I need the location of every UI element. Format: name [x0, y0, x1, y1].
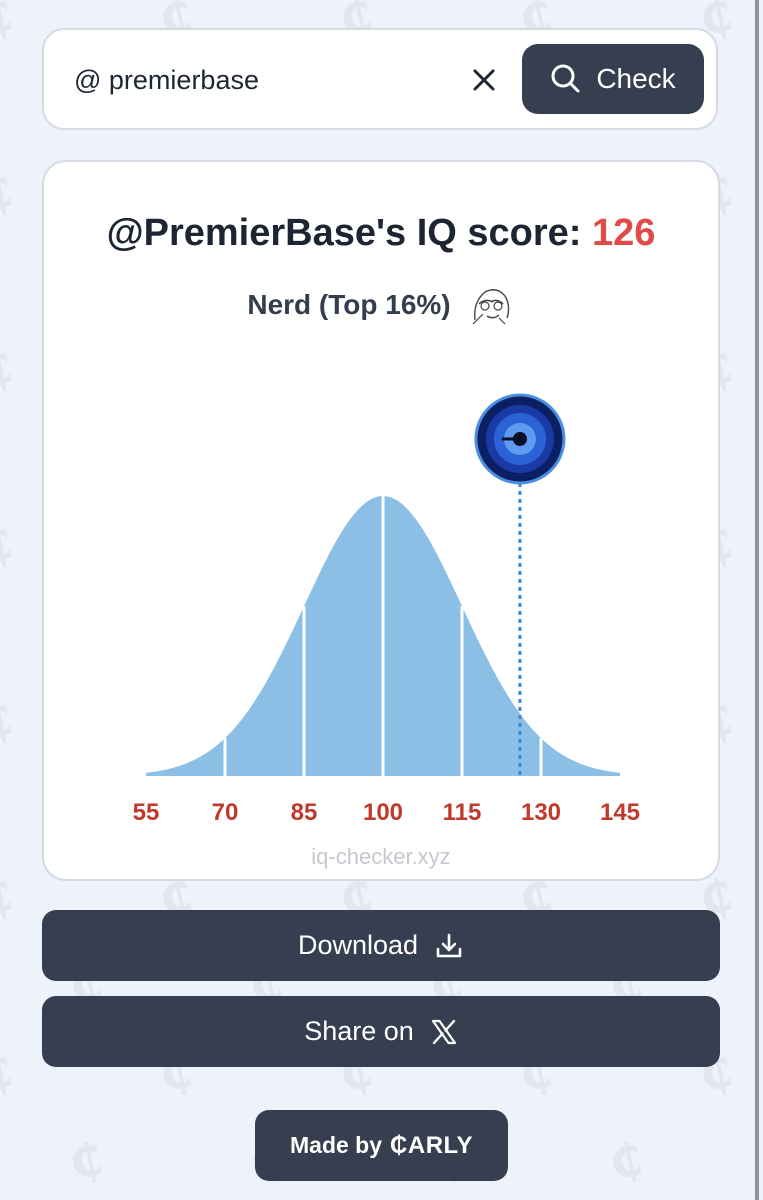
window-edge: [755, 0, 759, 1200]
search-icon: [551, 64, 580, 93]
background-glyph: ₵: [0, 1043, 18, 1103]
close-icon: [473, 69, 495, 91]
background-glyph: ₵: [0, 163, 18, 223]
x-tick-label: 130: [521, 799, 561, 826]
search-input[interactable]: [74, 60, 454, 100]
brand-name: ₵ARLY: [390, 1131, 473, 1159]
search-bar: Check: [42, 28, 718, 130]
made-by-badge[interactable]: Made by ₵ARLY: [255, 1110, 508, 1181]
background-glyph: ₵: [0, 339, 18, 399]
background-glyph: ₵: [0, 867, 18, 927]
download-icon: [436, 933, 462, 957]
background-glyph: ₵: [604, 1131, 648, 1191]
share-button-label: Share on: [304, 1016, 414, 1046]
x-tick-label: 85: [291, 799, 318, 826]
background-glyph: ₵: [0, 515, 18, 575]
user-avatar: [474, 393, 566, 485]
check-button[interactable]: Check: [522, 44, 704, 114]
x-tick-label: 70: [212, 799, 239, 826]
site-footer: iq-checker.xyz: [311, 844, 451, 869]
x-tick-label: 115: [443, 799, 482, 826]
x-tick-label: 145: [600, 799, 640, 826]
download-button-label: Download: [297, 930, 419, 960]
download-button[interactable]: Download: [42, 910, 720, 981]
x-tick-label: 100: [363, 799, 403, 826]
check-button-label: Check: [596, 63, 676, 94]
background-glyph: ₵: [0, 691, 18, 751]
background-glyph: ₵: [0, 0, 18, 47]
clear-search-button[interactable]: [468, 64, 500, 96]
iq-distribution-chart: 55 70 85 100 115 130 145: [133, 393, 640, 826]
x-tick-label: 55: [133, 799, 160, 826]
x-logo-icon: [431, 1019, 456, 1044]
made-by-label: Made by: [290, 1132, 383, 1158]
share-on-x-button[interactable]: Share on: [42, 996, 720, 1067]
background-glyph: ₵: [64, 1131, 108, 1191]
result-card: @PremierBase's IQ score: 126 Nerd (Top 1…: [42, 160, 720, 881]
